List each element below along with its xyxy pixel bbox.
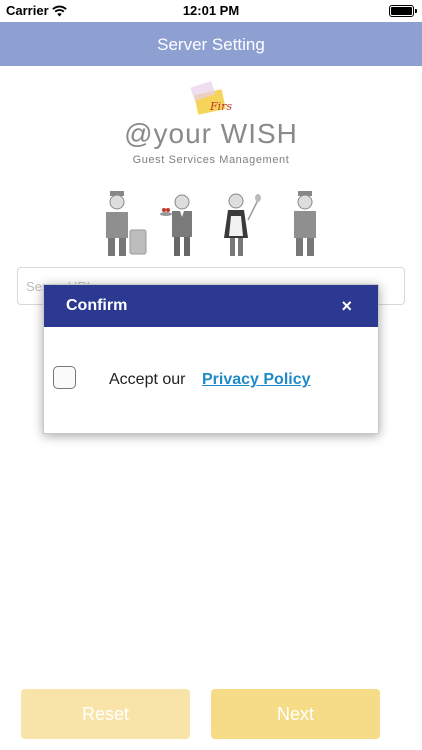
battery-icon	[389, 5, 417, 17]
accept-checkbox[interactable]	[53, 366, 76, 389]
concierge-figure-icon	[294, 191, 316, 256]
confirm-dialog: Confirm × Accept our Privacy Policy	[43, 284, 379, 434]
logo-icon: First	[190, 80, 232, 115]
status-bar: Carrier 12:01 PM	[0, 0, 422, 22]
accept-label: Accept our	[109, 371, 186, 388]
brand-subtitle: Guest Services Management	[132, 154, 290, 166]
close-icon[interactable]: ×	[341, 296, 352, 317]
maid-figure-icon	[224, 193, 261, 256]
bellhop-figure-icon	[106, 191, 147, 256]
dialog-title: Confirm	[66, 297, 128, 314]
reset-button[interactable]: Reset	[21, 689, 190, 739]
brand-title: @your WISH	[124, 118, 298, 149]
waiter-figure-icon	[160, 194, 192, 256]
logo-word: First	[209, 100, 232, 113]
page-title: Server Setting	[157, 35, 265, 54]
privacy-policy-link[interactable]: Privacy Policy	[202, 371, 311, 389]
clock: 12:01 PM	[182, 3, 240, 18]
dialog-header: Confirm ×	[44, 285, 378, 327]
nav-bar: Server Setting	[0, 22, 422, 66]
next-button[interactable]: Next	[211, 689, 380, 739]
